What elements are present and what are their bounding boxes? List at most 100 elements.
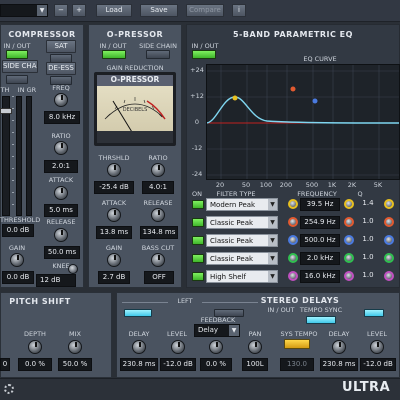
eq-band-freq-value[interactable]: 39.5 Hz	[300, 198, 340, 211]
preset-minus-button[interactable]: −	[54, 4, 68, 17]
pitch-mix-value[interactable]: 50.0 %	[58, 358, 92, 371]
eq-band-gain-knob[interactable]	[384, 253, 394, 263]
opressor-gain-knob[interactable]	[107, 253, 121, 267]
eq-band-filter-type[interactable]: High Shelf ▼	[206, 270, 278, 283]
delays-level-l-value[interactable]: -12.0 dB	[160, 358, 196, 371]
eq-band-freq-value[interactable]: 254.9 Hz	[300, 216, 340, 229]
compressor-in-out-toggle[interactable]	[6, 50, 28, 59]
compressor-threshold-slider-track[interactable]	[2, 96, 10, 216]
preset-plus-button[interactable]: +	[72, 4, 86, 17]
opressor-thrshld-value[interactable]: -25.4 dB	[94, 181, 134, 194]
compressor-threshold-slider-thumb[interactable]	[0, 108, 12, 114]
compressor-release-knob[interactable]	[54, 228, 68, 242]
compressor-sat-button[interactable]: SAT	[46, 40, 76, 53]
eq-band-freq-knob[interactable]	[288, 271, 298, 281]
delays-feedback-select[interactable]: Delay ▼	[194, 324, 240, 337]
delays-sys-tempo-value[interactable]: 130.0	[280, 358, 314, 371]
compare-button[interactable]: Compare	[186, 4, 224, 17]
eq-band-q-value[interactable]: 1.0	[356, 234, 380, 247]
opressor-thrshld-knob[interactable]	[107, 163, 121, 177]
opressor-bass-cut-value[interactable]: OFF	[144, 271, 174, 284]
eq-band-freq-knob[interactable]	[288, 199, 298, 209]
eq-band-on-toggle[interactable]	[192, 236, 204, 245]
eq-band-filter-type[interactable]: Classic Peak ▼	[206, 216, 278, 229]
eq-band-filter-type[interactable]: Classic Peak ▼	[206, 234, 278, 247]
compressor-freq-knob[interactable]	[54, 93, 68, 107]
eq-band-gain-knob[interactable]	[384, 271, 394, 281]
eq-band-q-knob[interactable]	[344, 271, 354, 281]
opressor-release-knob[interactable]	[151, 208, 165, 222]
eq-in-out-toggle[interactable]	[192, 50, 216, 59]
opressor-in-out-toggle[interactable]	[102, 50, 126, 59]
opressor-ratio-value[interactable]: 4.0:1	[142, 181, 174, 194]
delays-level-r-value[interactable]: -12.0 dB	[360, 358, 396, 371]
eq-band-freq-value[interactable]: 500.0 Hz	[300, 234, 340, 247]
opressor-release-value[interactable]: 134.8 ms	[140, 226, 178, 239]
eq-band-freq-value[interactable]: 2.0 kHz	[300, 252, 340, 265]
compressor-threshold-value[interactable]: 0.0 dB	[2, 224, 34, 237]
compressor-release-value[interactable]: 50.0 ms	[44, 246, 80, 259]
delays-feedback-value[interactable]: 0.0 %	[200, 358, 232, 371]
eq-band-freq-knob[interactable]	[288, 217, 298, 227]
opressor-bass-cut-knob[interactable]	[151, 253, 165, 267]
eq-band-filter-type[interactable]: Modern Peak ▼	[206, 198, 278, 211]
pitch-depth-knob[interactable]	[28, 340, 42, 354]
eq-band-freq-knob[interactable]	[288, 253, 298, 263]
compressor-ratio-knob[interactable]	[54, 141, 68, 155]
delays-delay-l-knob[interactable]	[132, 340, 146, 354]
delays-pan-knob[interactable]	[248, 340, 262, 354]
eq-band-freq-value[interactable]: 16.0 kHz	[300, 270, 340, 283]
eq-band-gain-knob[interactable]	[384, 199, 394, 209]
delays-level-l-knob[interactable]	[171, 340, 185, 354]
compressor-attack-value[interactable]: 5.0 ms	[44, 204, 78, 217]
opressor-attack-value[interactable]: 13.8 ms	[96, 226, 132, 239]
compressor-de-ess-button[interactable]: DE-ESS	[46, 62, 76, 75]
eq-band-gain-knob[interactable]	[384, 235, 394, 245]
eq-band-q-value[interactable]: 1.0	[356, 252, 380, 265]
delays-delay-l-value[interactable]: 230.8 ms	[120, 358, 158, 371]
delays-sys-tempo-toggle[interactable]	[284, 339, 310, 349]
delays-level-r-knob[interactable]	[370, 340, 384, 354]
eq-band-on-toggle[interactable]	[192, 200, 204, 209]
eq-band-q-knob[interactable]	[344, 199, 354, 209]
eq-band-q-value[interactable]: 1.0	[356, 270, 380, 283]
compressor-gain-value[interactable]: 0.0 dB	[2, 271, 34, 284]
delays-tempo-sync-toggle[interactable]	[306, 316, 336, 324]
pitch-depth-value[interactable]: 0.0 %	[18, 358, 52, 371]
preset-select[interactable]: ▼	[0, 4, 48, 17]
eq-band-q-knob[interactable]	[344, 253, 354, 263]
compressor-side-chain-button[interactable]: SIDE CHAIN	[2, 60, 38, 73]
save-button[interactable]: Save	[140, 4, 178, 17]
opressor-ratio-knob[interactable]	[151, 163, 165, 177]
compressor-attack-knob[interactable]	[54, 186, 68, 200]
eq-band-q-knob[interactable]	[344, 235, 354, 245]
opressor-attack-knob[interactable]	[107, 208, 121, 222]
eq-graph[interactable]	[206, 64, 400, 180]
compressor-knee-select[interactable]: 12 dB	[36, 274, 76, 287]
load-button[interactable]: Load	[96, 4, 132, 17]
eq-band-on-toggle[interactable]	[192, 218, 204, 227]
compressor-knee-knob[interactable]	[68, 264, 78, 274]
delays-feedback-knob[interactable]	[209, 340, 223, 354]
eq-band-q-value[interactable]: 1.0	[356, 216, 380, 229]
eq-band-filter-type[interactable]: Classic Peak ▼	[206, 252, 278, 265]
pitch-first-value[interactable]: 0	[0, 358, 10, 371]
info-button[interactable]: i	[232, 4, 246, 17]
compressor-ratio-value[interactable]: 2.0:1	[44, 160, 78, 173]
compressor-gain-knob[interactable]	[10, 253, 24, 267]
delays-pan-value[interactable]: 100L	[242, 358, 268, 371]
eq-band-on-toggle[interactable]	[192, 254, 204, 263]
delays-in-out-toggle[interactable]	[364, 309, 384, 317]
eq-band-q-knob[interactable]	[344, 217, 354, 227]
eq-band-gain-knob[interactable]	[384, 217, 394, 227]
delays-delay-r-value[interactable]: 230.8 ms	[320, 358, 358, 371]
settings-icon[interactable]	[4, 384, 14, 394]
compressor-freq-value[interactable]: 8.0 kHz	[44, 111, 80, 124]
compressor-side-chain-led[interactable]	[6, 75, 28, 84]
opressor-gain-value[interactable]: 2.7 dB	[98, 271, 130, 284]
delays-delay-r-knob[interactable]	[332, 340, 346, 354]
eq-band-on-toggle[interactable]	[192, 272, 204, 281]
pitch-mix-knob[interactable]	[68, 340, 82, 354]
eq-band-freq-knob[interactable]	[288, 235, 298, 245]
eq-band-q-value[interactable]: 1.4	[356, 198, 380, 211]
